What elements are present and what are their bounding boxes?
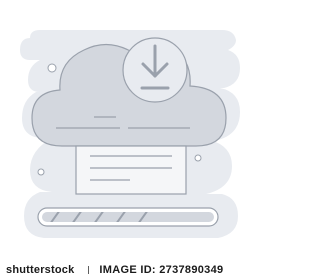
watermark-brand: shutterstock [6, 264, 75, 276]
watermark-divider [88, 266, 90, 274]
watermark-bar: shutterstock IMAGE ID: 2737890349 [0, 260, 260, 280]
progress-fill [42, 212, 214, 222]
decor-circle-left [47, 63, 57, 73]
cloud-download-illustration [20, 30, 240, 238]
decor-circle-right [194, 154, 202, 162]
download-icon [122, 37, 188, 103]
document-sheet [75, 145, 187, 195]
progress-bar [37, 207, 219, 227]
decor-circle-bottom [37, 168, 45, 176]
watermark-image-id: IMAGE ID: 2737890349 [99, 264, 224, 276]
